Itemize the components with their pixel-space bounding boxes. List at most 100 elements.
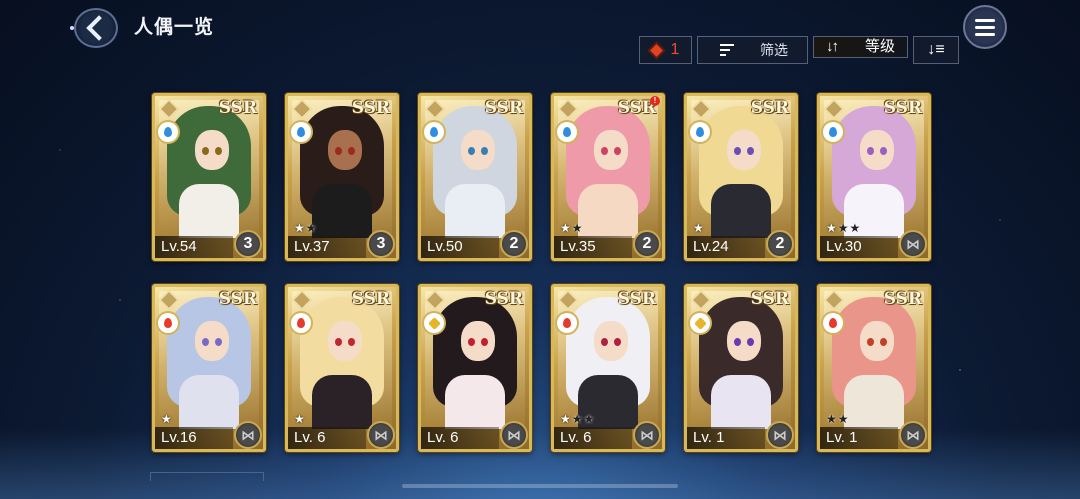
star-icon: ★	[837, 412, 850, 426]
rarity-label: SSR	[351, 98, 390, 118]
portrait-outfit	[312, 375, 372, 429]
star-icon: ★	[571, 221, 584, 235]
portrait-eye	[880, 147, 887, 155]
doll-card[interactable]: SSR ★★ Lv.37 3	[285, 93, 399, 261]
menu-button[interactable]	[963, 5, 1007, 49]
portrait-eye	[481, 338, 488, 346]
portrait-eye	[468, 338, 475, 346]
doll-card[interactable]: SSR Lv.54 3	[152, 93, 266, 261]
doll-card[interactable]: SSR! ★★ Lv.35 2	[551, 93, 665, 261]
light-element-icon	[690, 313, 710, 333]
portrait-eye	[348, 147, 355, 155]
doll-card[interactable]: SSR ★ Lv. 6 ⋈	[285, 284, 399, 452]
star-icon: ★	[294, 221, 306, 235]
level-label: Lv. 6	[554, 427, 632, 449]
portrait-eye	[614, 147, 621, 155]
rarity-label: SSR	[484, 289, 523, 309]
element-glyph	[297, 318, 305, 328]
portrait-eye	[335, 338, 342, 346]
portrait-eye	[880, 338, 887, 346]
water-element-icon	[158, 122, 178, 142]
level-label: Lv.16	[155, 427, 233, 449]
portrait-outfit	[711, 184, 771, 238]
butterfly-icon: ⋈	[899, 421, 927, 449]
portrait-outfit	[312, 184, 372, 238]
sort-order-button[interactable]: ↓≡	[913, 36, 959, 64]
water-element-icon	[291, 122, 311, 142]
portrait-face	[328, 321, 362, 361]
water-element-icon	[823, 122, 843, 142]
back-dot-icon	[70, 26, 74, 30]
filter-label: 筛选	[760, 42, 788, 58]
portrait-eye	[215, 147, 222, 155]
doll-portrait	[425, 291, 525, 429]
doll-portrait	[292, 291, 392, 429]
awaken-count-badge: 2	[766, 230, 794, 258]
element-glyph	[164, 318, 172, 328]
filter-icon	[720, 44, 734, 56]
doll-card[interactable]: SSR ★ Lv.16 ⋈	[152, 284, 266, 452]
star-icon: ★	[583, 412, 596, 426]
star-icon: ★	[161, 412, 173, 426]
element-glyph	[164, 127, 172, 137]
element-glyph	[829, 127, 837, 137]
portrait-face	[195, 130, 229, 170]
star-icon: ★	[305, 221, 318, 235]
star-icon: ★	[849, 221, 862, 235]
doll-card[interactable]: SSR Lv. 1 ⋈	[684, 284, 798, 452]
light-element-icon	[424, 313, 444, 333]
star-rating: ★	[294, 412, 306, 426]
rarity-label: SSR	[750, 289, 789, 309]
doll-card[interactable]: SSR ★★★ Lv.30 ⋈	[817, 93, 931, 261]
star-icon: ★	[294, 412, 306, 426]
portrait-eye	[202, 338, 209, 346]
rarity-label: SSR	[351, 289, 390, 309]
doll-card[interactable]: SSR ★★ Lv. 1 ⋈	[817, 284, 931, 452]
portrait-face	[594, 130, 628, 170]
fire-element-icon	[823, 313, 843, 333]
portrait-eye	[747, 338, 754, 346]
portrait-eye	[215, 338, 222, 346]
portrait-face	[195, 321, 229, 361]
portrait-eye	[348, 338, 355, 346]
sort-level-button[interactable]: ↓↑ 等级	[813, 36, 908, 58]
portrait-face	[860, 130, 894, 170]
butterfly-icon: ⋈	[766, 421, 794, 449]
element-glyph	[297, 127, 305, 137]
sort-level-label: 等级	[865, 38, 896, 55]
portrait-outfit	[179, 375, 239, 429]
doll-portrait	[159, 291, 259, 429]
portrait-eye	[481, 147, 488, 155]
element-glyph	[430, 127, 438, 137]
portrait-face	[461, 130, 495, 170]
portrait-eye	[867, 147, 874, 155]
portrait-outfit	[578, 184, 638, 238]
doll-portrait	[558, 291, 658, 429]
portrait-eye	[202, 147, 209, 155]
portrait-face	[727, 321, 761, 361]
red-gem-icon	[649, 43, 663, 57]
rarity-label: SSR	[484, 98, 523, 118]
doll-portrait	[691, 100, 791, 238]
star-icon: ★	[571, 412, 584, 426]
awaken-count-badge: 2	[500, 230, 528, 258]
doll-card[interactable]: SSR Lv.50 2	[418, 93, 532, 261]
water-element-icon	[557, 122, 577, 142]
doll-card[interactable]: SSR Lv. 6 ⋈	[418, 284, 532, 452]
level-label: Lv. 6	[421, 427, 499, 449]
doll-card[interactable]: SSR ★ Lv.24 2	[684, 93, 798, 261]
star-icon: ★	[826, 412, 838, 426]
star-rating: ★★	[294, 221, 318, 235]
star-rating: ★	[693, 221, 705, 235]
back-button[interactable]	[70, 8, 118, 48]
portrait-face	[594, 321, 628, 361]
rarity-label: SSR	[750, 98, 789, 118]
filter-button[interactable]: 筛选	[697, 36, 808, 64]
portrait-eye	[601, 147, 608, 155]
portrait-outfit	[844, 375, 904, 429]
rarity-label: SSR	[218, 98, 257, 118]
alert-badge: !	[650, 96, 660, 106]
water-element-icon	[424, 122, 444, 142]
doll-portrait	[824, 100, 924, 238]
doll-card[interactable]: SSR ★★★ Lv. 6 ⋈	[551, 284, 665, 452]
